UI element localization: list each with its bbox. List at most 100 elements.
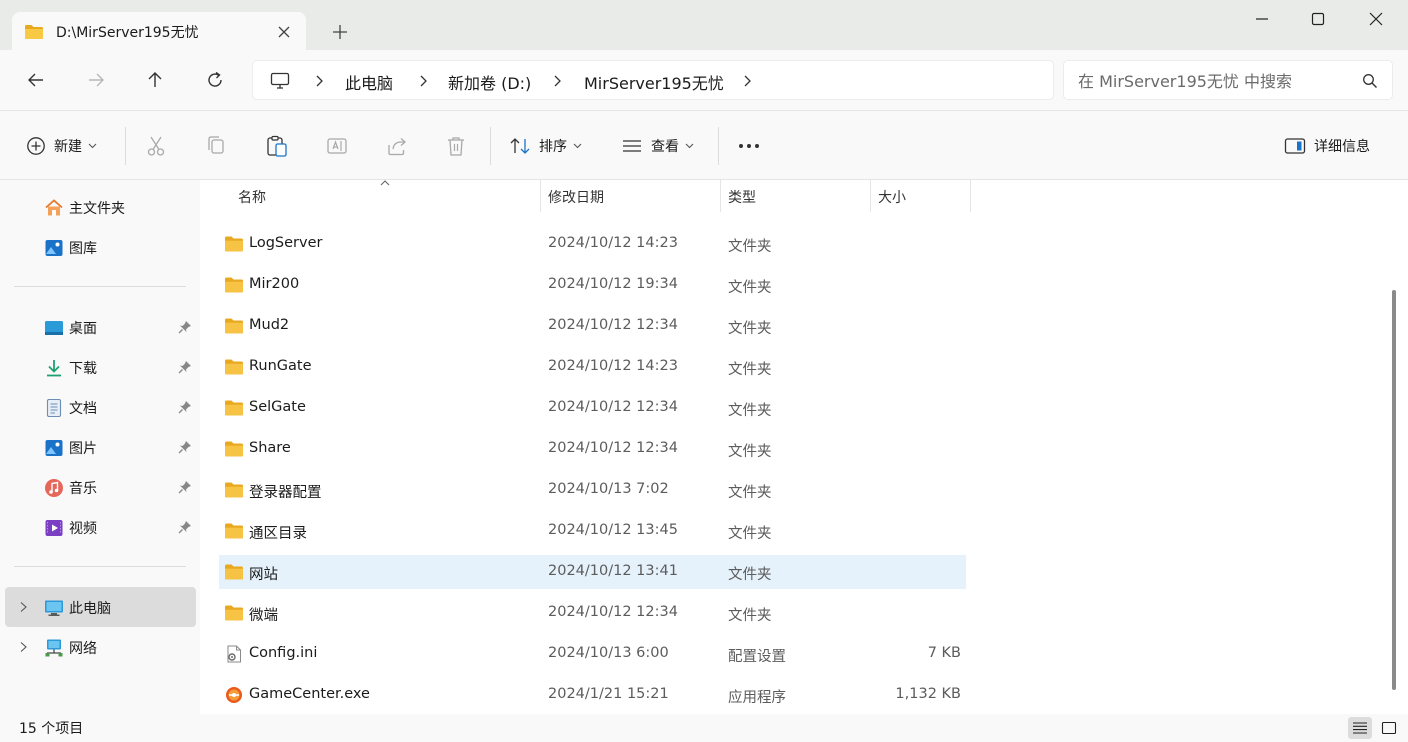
file-row[interactable]: 网站 2024/10/12 13:41 文件夹 [219, 555, 966, 589]
sidebar-item-videos[interactable]: 视频 [0, 507, 196, 547]
column-header-name[interactable]: 名称 [231, 180, 541, 212]
file-modified: 2024/10/12 19:34 [548, 276, 678, 292]
chevron-right-icon[interactable] [313, 74, 325, 88]
column-header-modified[interactable]: 修改日期 [541, 180, 721, 212]
file-type: 文件夹 [728, 567, 772, 583]
sidebar-item-music[interactable]: 音乐 [0, 467, 196, 507]
search-box[interactable] [1063, 60, 1393, 100]
file-modified: 2024/10/12 12:34 [548, 399, 678, 415]
sidebar-item-home[interactable]: 主文件夹 [0, 187, 196, 227]
back-button[interactable] [24, 68, 48, 92]
share-button[interactable] [386, 133, 408, 159]
sort-label: 排序 [539, 139, 567, 155]
vertical-scrollbar[interactable] [1392, 290, 1396, 690]
pin-icon[interactable] [178, 320, 192, 334]
close-tab-icon[interactable] [276, 24, 292, 40]
paste-icon [267, 135, 287, 157]
refresh-button[interactable] [203, 68, 227, 92]
file-type: 文件夹 [728, 362, 772, 378]
refresh-icon [208, 71, 222, 87]
file-name: 微端 [249, 608, 278, 624]
chevron-right-icon[interactable] [417, 74, 429, 88]
gallery-icon [45, 240, 63, 256]
file-row[interactable]: Mir200 2024/10/12 19:34 文件夹 [219, 268, 966, 302]
document-icon [46, 398, 62, 418]
sort-button[interactable]: 排序 [509, 133, 582, 159]
view-button[interactable]: 查看 [621, 133, 694, 159]
maximize-icon [1311, 12, 1325, 26]
tab-current[interactable]: D:\MirServer195无忧 [12, 12, 306, 50]
folder-icon [225, 359, 243, 375]
file-type: 文件夹 [728, 403, 772, 419]
pin-icon[interactable] [178, 360, 192, 374]
file-name: Config.ini [249, 645, 318, 661]
address-row: 此电脑 新加卷 (D:) MirServer195无忧 [0, 50, 1408, 110]
new-label: 新建 [54, 139, 82, 155]
sidebar-item-downloads[interactable]: 下载 [0, 347, 196, 387]
chevron-right-icon[interactable] [19, 601, 28, 613]
sidebar-item-label: 网络 [69, 641, 97, 657]
file-row[interactable]: RunGate 2024/10/12 14:23 文件夹 [219, 350, 966, 384]
file-row[interactable]: Config.ini 2024/10/13 6:00 配置设置 7 KB [219, 637, 966, 671]
sidebar-item-network[interactable]: 网络 [0, 627, 196, 667]
pin-icon[interactable] [178, 440, 192, 454]
tiles-view-button[interactable] [1377, 717, 1401, 739]
file-row[interactable]: Share 2024/10/12 12:34 文件夹 [219, 432, 966, 466]
column-header-type[interactable]: 类型 [721, 180, 871, 212]
sidebar-item-desktop[interactable]: 桌面 [0, 307, 196, 347]
tiles-view-icon [1381, 721, 1397, 735]
breadcrumb-this-pc[interactable]: 此电脑 [345, 70, 393, 94]
search-input[interactable] [1078, 69, 1348, 93]
search-icon[interactable] [1362, 73, 1378, 89]
address-bar[interactable]: 此电脑 新加卷 (D:) MirServer195无忧 [252, 60, 1054, 100]
details-view-button[interactable] [1348, 717, 1372, 739]
new-tab-icon[interactable] [330, 22, 350, 42]
up-button[interactable] [143, 68, 167, 92]
file-row[interactable]: LogServer 2024/10/12 14:23 文件夹 [219, 227, 966, 261]
file-modified: 2024/1/21 15:21 [548, 686, 669, 702]
file-modified: 2024/10/13 7:02 [548, 481, 669, 497]
minimize-button[interactable] [1239, 8, 1285, 30]
paste-button[interactable] [266, 133, 288, 159]
file-row[interactable]: 微端 2024/10/12 12:34 文件夹 [219, 596, 966, 630]
more-button[interactable] [738, 133, 760, 159]
pin-icon[interactable] [178, 400, 192, 414]
delete-button[interactable] [446, 133, 466, 159]
command-bar: 新建 排序 查看 详细信息 [0, 110, 1408, 180]
breadcrumb-folder[interactable]: MirServer195无忧 [584, 70, 724, 94]
file-row[interactable]: SelGate 2024/10/12 12:34 文件夹 [219, 391, 966, 425]
view-label: 查看 [651, 139, 679, 155]
chevron-right-icon[interactable] [19, 641, 28, 653]
file-modified: 2024/10/12 12:34 [548, 440, 678, 456]
file-type: 文件夹 [728, 444, 772, 460]
chevron-down-icon [573, 143, 582, 149]
computer-icon[interactable] [270, 72, 290, 90]
file-row[interactable]: 登录器配置 2024/10/13 7:02 文件夹 [219, 473, 966, 507]
cut-button[interactable] [146, 133, 166, 159]
forward-button[interactable] [84, 68, 108, 92]
maximize-button[interactable] [1295, 8, 1341, 30]
file-row[interactable]: Mud2 2024/10/12 12:34 文件夹 [219, 309, 966, 343]
column-header-size[interactable]: 大小 [871, 180, 971, 212]
close-icon [1369, 12, 1383, 26]
file-name: LogServer [249, 235, 323, 251]
pin-icon[interactable] [178, 520, 192, 534]
file-name: SelGate [249, 399, 306, 415]
sidebar-item-gallery[interactable]: 图库 [0, 227, 196, 267]
file-type: 文件夹 [728, 485, 772, 501]
file-row[interactable]: 通区目录 2024/10/12 13:45 文件夹 [219, 514, 966, 548]
details-pane-button[interactable]: 详细信息 [1284, 133, 1370, 159]
file-row[interactable]: GameCenter.exe 2024/1/21 15:21 应用程序 1,132 K… [219, 678, 966, 712]
sidebar-item-documents[interactable]: 文档 [0, 387, 196, 427]
pin-icon[interactable] [178, 480, 192, 494]
sidebar-item-pictures[interactable]: 图片 [0, 427, 196, 467]
file-modified: 2024/10/12 14:23 [548, 358, 678, 374]
chevron-right-icon[interactable] [741, 74, 753, 88]
rename-button[interactable] [326, 133, 348, 159]
new-button[interactable]: 新建 [26, 133, 97, 159]
breadcrumb-drive[interactable]: 新加卷 (D:) [448, 70, 531, 94]
copy-button[interactable] [206, 133, 226, 159]
close-window-button[interactable] [1353, 8, 1399, 30]
chevron-right-icon[interactable] [551, 74, 563, 88]
sidebar-item-this-pc[interactable]: 此电脑 [5, 587, 196, 627]
